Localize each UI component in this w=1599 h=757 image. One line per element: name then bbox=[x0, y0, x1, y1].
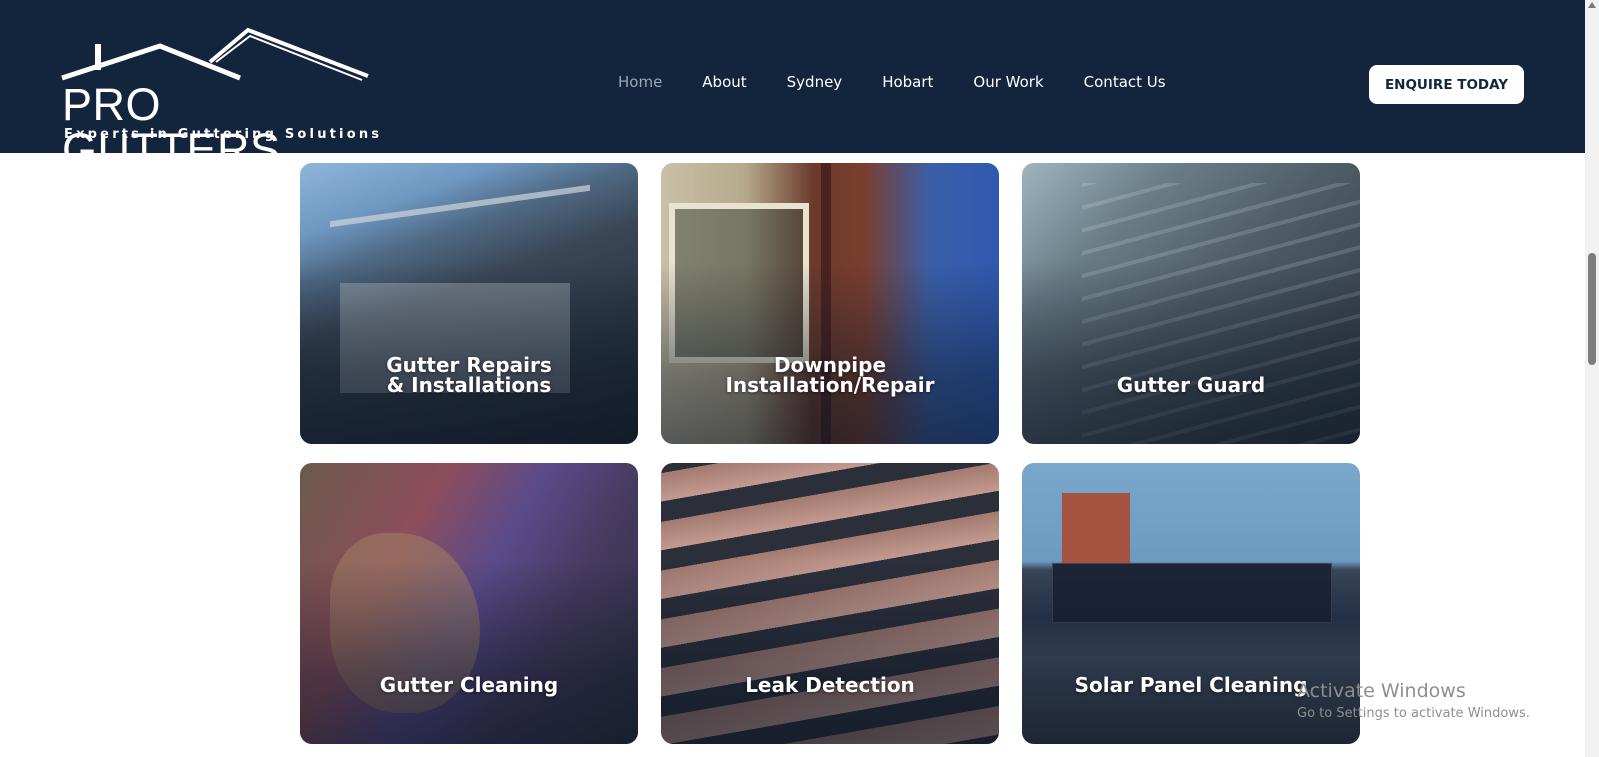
nav-hobart[interactable]: Hobart bbox=[882, 72, 933, 92]
windows-activation-watermark: Activate Windows Go to Settings to activ… bbox=[1297, 680, 1530, 723]
nav-sydney[interactable]: Sydney bbox=[787, 72, 843, 92]
service-card-leak-detection[interactable]: Leak Detection bbox=[661, 463, 999, 744]
service-card-gutter-guard[interactable]: Gutter Guard bbox=[1022, 163, 1360, 444]
service-label: Gutter Guard bbox=[1116, 373, 1266, 397]
service-card-downpipe[interactable]: Downpipe Installation/Repair bbox=[661, 163, 999, 444]
nav-our-work[interactable]: Our Work bbox=[973, 72, 1043, 92]
service-card-gutter-repairs[interactable]: Gutter Repairs & Installations bbox=[300, 163, 638, 444]
page-scrollbar[interactable] bbox=[1585, 0, 1599, 757]
watermark-title: Activate Windows bbox=[1297, 680, 1466, 702]
roof-icon bbox=[61, 27, 369, 81]
nav-contact-us[interactable]: Contact Us bbox=[1084, 72, 1166, 92]
site-header: PRO GUTTERS Experts in Guttering Solutio… bbox=[0, 0, 1585, 172]
service-label: Leak Detection bbox=[745, 673, 915, 697]
nav-home[interactable]: Home bbox=[618, 72, 662, 92]
service-card-gutter-cleaning[interactable]: Gutter Cleaning bbox=[300, 463, 638, 744]
watermark-subtitle: Go to Settings to activate Windows. bbox=[1297, 706, 1530, 721]
service-label: Downpipe Installation/Repair bbox=[725, 353, 935, 397]
nav-about[interactable]: About bbox=[702, 72, 746, 92]
main-nav: Home About Sydney Hobart Our Work Contac… bbox=[618, 72, 1206, 92]
service-label: Gutter Repairs & Installations bbox=[386, 353, 552, 397]
service-label: Gutter Cleaning bbox=[379, 673, 559, 697]
scroll-up-arrow-icon[interactable] bbox=[1588, 2, 1596, 8]
pro-gutters-logo[interactable]: PRO GUTTERS Experts in Guttering Solutio… bbox=[60, 26, 383, 172]
enquire-today-button[interactable]: ENQUIRE TODAY bbox=[1369, 65, 1524, 104]
scrollbar-thumb[interactable] bbox=[1588, 253, 1596, 365]
logo-tagline: Experts in Guttering Solutions bbox=[64, 127, 383, 142]
